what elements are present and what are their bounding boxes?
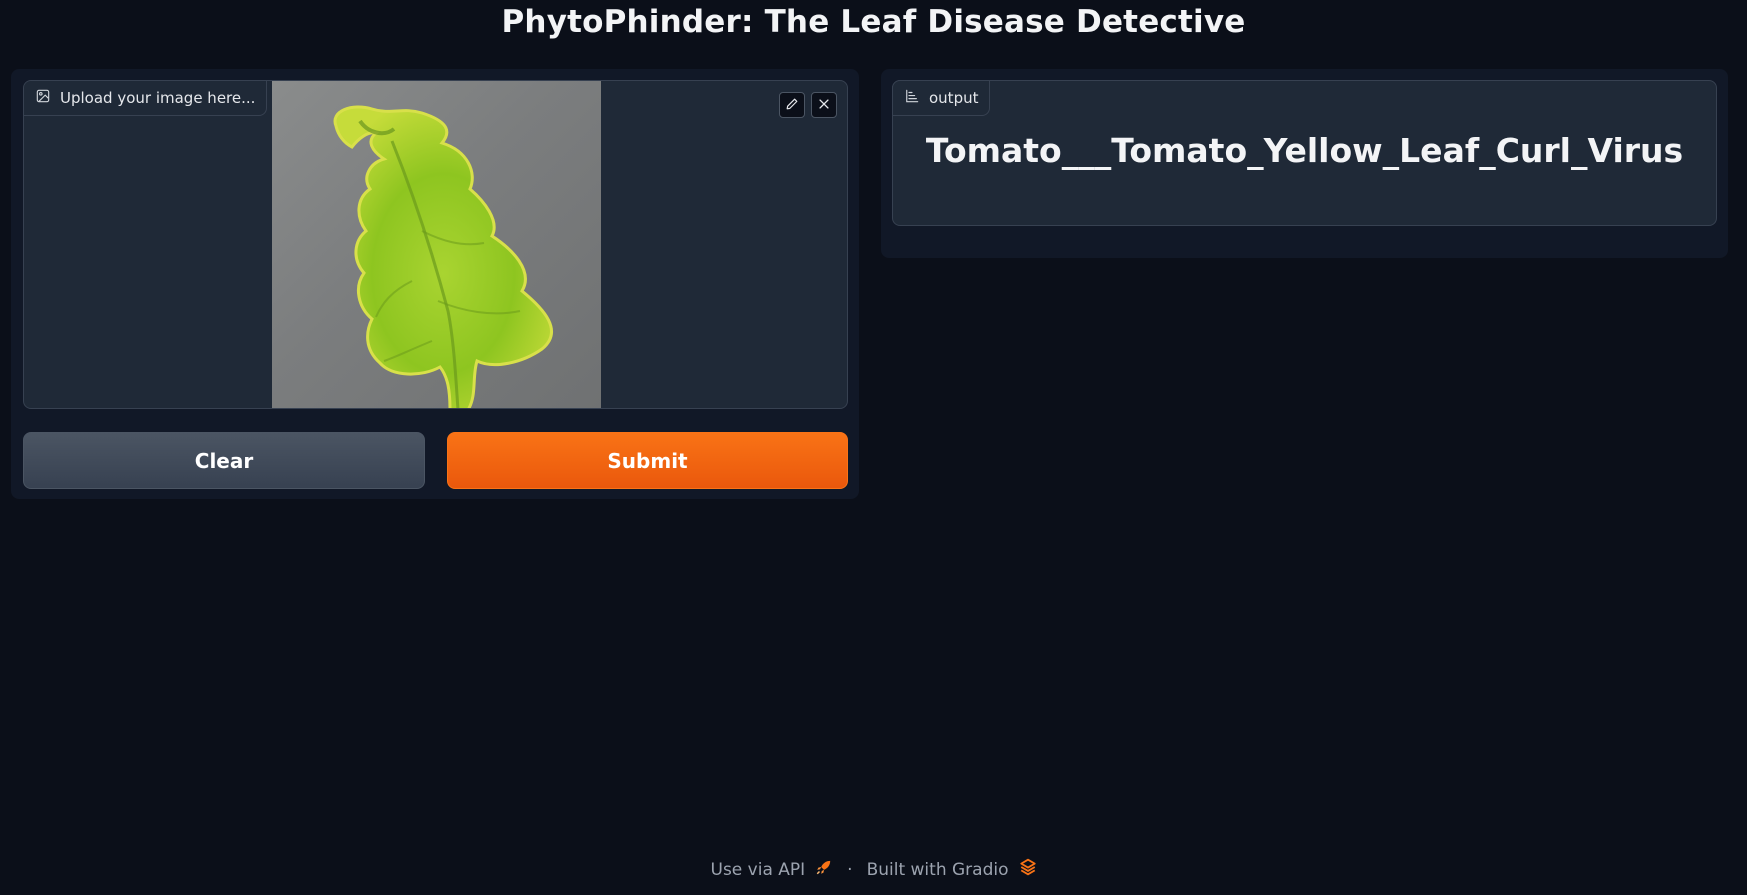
bar-chart-icon	[905, 89, 919, 107]
uploaded-leaf-image	[272, 81, 601, 408]
page-title: PhytoPhinder: The Leaf Disease Detective	[501, 4, 1246, 40]
rocket-icon	[815, 858, 833, 881]
footer-separator: ·	[847, 859, 853, 880]
output-label: output	[892, 80, 991, 116]
image-upload-area[interactable]: Upload your image here...	[23, 80, 848, 409]
image-input-label-text: Upload your image here...	[60, 89, 256, 107]
use-via-api-link[interactable]: Use via API	[711, 860, 806, 880]
output-panel: output Tomato___Tomato_Yellow_Leaf_Curl_…	[881, 69, 1728, 258]
pencil-icon	[785, 96, 799, 115]
clear-button[interactable]: Clear	[23, 432, 425, 489]
footer: Use via API · Built with Gradio	[0, 858, 1747, 881]
input-panel: Upload your image here... Clear Submit	[11, 69, 859, 499]
built-with-gradio-link[interactable]: Built with Gradio	[867, 860, 1009, 880]
gradio-logo-icon	[1019, 858, 1037, 881]
app-page: PhytoPhinder: The Leaf Disease Detective…	[0, 0, 1747, 895]
image-icon	[36, 89, 50, 107]
remove-image-button[interactable]	[811, 92, 837, 118]
image-input-label: Upload your image here...	[24, 81, 268, 116]
submit-button[interactable]: Submit	[447, 432, 848, 489]
output-label-text: output	[929, 89, 979, 107]
close-icon	[817, 96, 831, 115]
prediction-result: Tomato___Tomato_Yellow_Leaf_Curl_Virus	[925, 131, 1684, 170]
edit-image-button[interactable]	[779, 92, 805, 118]
output-block: output Tomato___Tomato_Yellow_Leaf_Curl_…	[892, 80, 1717, 226]
